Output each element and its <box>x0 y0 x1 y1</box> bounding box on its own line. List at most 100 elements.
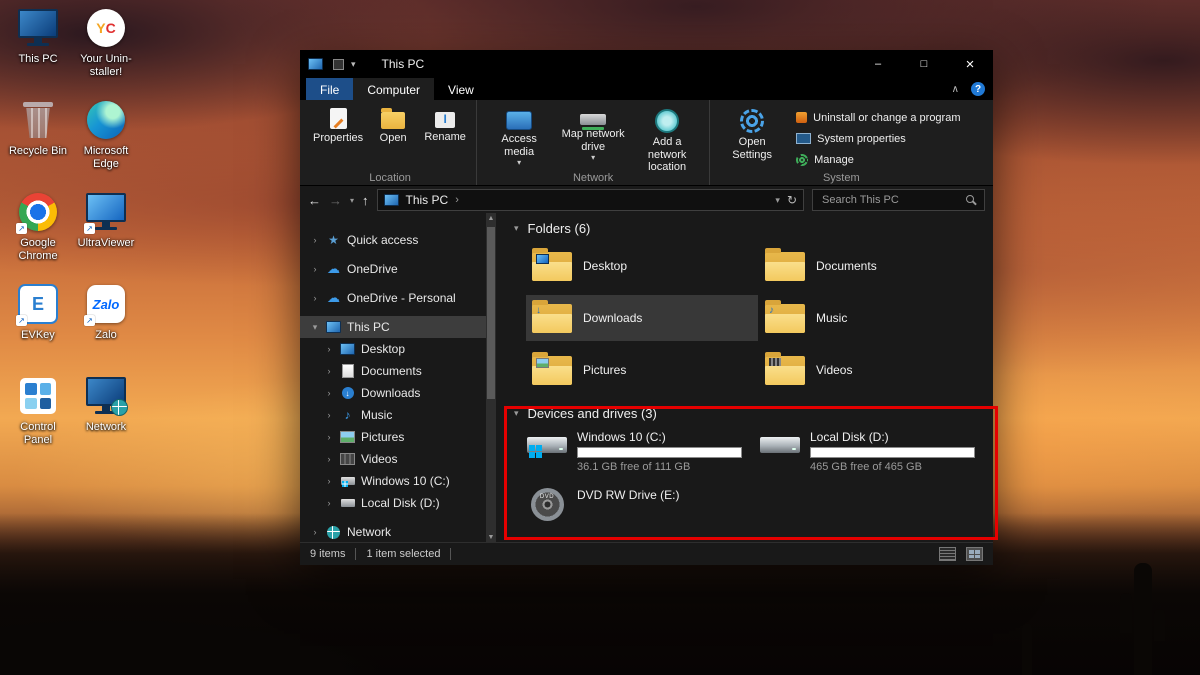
search-icon[interactable] <box>966 195 977 206</box>
properties-button[interactable]: Properties <box>310 103 366 145</box>
folder-tile-videos[interactable]: Videos <box>759 347 991 393</box>
minimize-button[interactable]: – <box>855 50 901 78</box>
status-bar: 9 items 1 item selected <box>300 542 993 565</box>
chevron-right-icon[interactable]: › <box>324 344 334 354</box>
folder-tile-pictures[interactable]: Pictures <box>526 347 758 393</box>
drive-tile-local-disk-d[interactable]: Local Disk (D:) 465 GB free of 465 GB <box>759 428 983 486</box>
drive-tile-dvd-e[interactable]: DVD DVD RW Drive (E:) <box>526 486 750 543</box>
sidebar-item-desktop[interactable]: › Desktop <box>300 338 496 360</box>
desktop-icon-network[interactable]: Network <box>73 374 139 466</box>
navigation-pane: › ★ Quick access › ☁ OneDrive › ☁ OneDri… <box>300 213 496 543</box>
desktop-icon-ultraviewer[interactable]: ↗ UltraViewer <box>73 190 139 282</box>
close-button[interactable]: × <box>947 50 993 78</box>
scroll-down-icon[interactable]: ▼ <box>488 534 495 541</box>
sidebar-item-pictures[interactable]: › Pictures <box>300 426 496 448</box>
manage-button[interactable]: Manage <box>792 150 964 169</box>
chevron-right-icon[interactable]: › <box>324 498 334 508</box>
search-input[interactable] <box>820 193 966 207</box>
chevron-right-icon[interactable]: › <box>310 293 320 303</box>
desktop-icon-your-uninstaller[interactable]: YC Your Unin-staller! <box>73 6 139 98</box>
scroll-up-icon[interactable]: ▲ <box>488 215 495 222</box>
sidebar-item-downloads[interactable]: › ↓ Downloads <box>300 382 496 404</box>
search-box[interactable] <box>812 189 985 211</box>
qat-dropdown-icon[interactable]: ▾ <box>351 59 356 70</box>
section-chevron-icon[interactable]: ▾ <box>514 408 519 419</box>
chevron-right-icon[interactable]: › <box>324 476 334 486</box>
recent-locations-icon[interactable]: ▾ <box>350 196 354 205</box>
scrollbar-thumb[interactable] <box>487 227 495 399</box>
sidebar-item-music[interactable]: › ♪ Music <box>300 404 496 426</box>
folder-tile-music[interactable]: ♪ Music <box>759 295 991 341</box>
tab-file[interactable]: File <box>306 78 353 100</box>
address-dropdown-icon[interactable]: ▾ <box>775 195 780 206</box>
map-network-drive-button[interactable]: Map network drive▾ <box>557 103 629 162</box>
maximize-button[interactable]: □ <box>901 50 947 78</box>
section-chevron-icon[interactable]: ▾ <box>514 223 519 234</box>
shortcut-arrow-icon: ↗ <box>16 223 27 234</box>
address-box[interactable]: This PC › ▾ ↻ <box>377 189 804 211</box>
details-view-icon[interactable] <box>939 547 956 561</box>
sidebar-scrollbar[interactable]: ▲ ▼ <box>486 213 496 543</box>
access-media-button[interactable]: Access media▾ <box>483 103 555 167</box>
add-network-location-button[interactable]: Add a network location <box>631 103 703 174</box>
forward-icon[interactable]: → <box>329 193 342 208</box>
chevron-down-icon[interactable]: ▾ <box>310 322 320 333</box>
tab-computer[interactable]: Computer <box>353 78 434 100</box>
quick-access-toolbar[interactable]: ▾ <box>333 59 356 70</box>
qat-button-icon[interactable] <box>333 59 344 70</box>
cloud-icon: ☁ <box>326 261 341 277</box>
desktop-icon-recycle-bin[interactable]: Recycle Bin <box>5 98 71 190</box>
breadcrumb[interactable]: This PC <box>406 193 449 207</box>
desktop-icon-zalo[interactable]: Zalo ↗ Zalo <box>73 282 139 374</box>
up-icon[interactable]: ↑ <box>362 193 369 208</box>
back-icon[interactable]: ← <box>308 193 321 208</box>
folder-tile-downloads[interactable]: ↓ Downloads <box>526 295 758 341</box>
sidebar-item-local-disk-d[interactable]: › Local Disk (D:) <box>300 492 496 514</box>
rename-button[interactable]: I Rename <box>420 103 470 144</box>
chevron-right-icon[interactable]: › <box>310 264 320 274</box>
help-icon[interactable]: ? <box>971 82 985 96</box>
sidebar-item-windows-c[interactable]: › Windows 10 (C:) <box>300 470 496 492</box>
desktop-icon-this-pc[interactable]: This PC <box>5 6 71 98</box>
chevron-right-icon[interactable]: › <box>310 527 320 537</box>
desktop-icon-control-panel[interactable]: Control Panel <box>5 374 71 466</box>
selection-count: 1 item selected <box>366 548 440 560</box>
tab-view[interactable]: View <box>434 78 488 100</box>
refresh-icon[interactable]: ↻ <box>787 193 797 207</box>
system-properties-button[interactable]: System properties <box>792 129 964 148</box>
large-icons-view-icon[interactable] <box>966 547 983 561</box>
desktop-icon-label: EVKey <box>21 329 55 342</box>
open-button[interactable]: Open <box>368 103 418 145</box>
settings-gear-icon <box>740 109 764 133</box>
chevron-right-icon[interactable]: › <box>310 235 320 245</box>
ribbon-group-system: Open Settings Uninstall or change a prog… <box>709 100 972 185</box>
chevron-right-icon[interactable]: › <box>324 388 334 398</box>
folder-tile-desktop[interactable]: Desktop <box>526 243 758 289</box>
videos-folder-icon <box>765 356 805 385</box>
chevron-right-icon[interactable]: › <box>324 366 334 376</box>
sidebar-item-onedrive-personal[interactable]: › ☁ OneDrive - Personal <box>300 287 496 309</box>
window-system-icon[interactable] <box>308 58 323 70</box>
folder-tile-documents[interactable]: Documents <box>759 243 991 289</box>
collapse-ribbon-icon[interactable]: ∧ <box>952 84 959 95</box>
sidebar-item-onedrive[interactable]: › ☁ OneDrive <box>300 258 496 280</box>
drive-tile-windows-c[interactable]: Windows 10 (C:) 36.1 GB free of 111 GB <box>526 428 750 486</box>
title-bar[interactable]: ▾ This PC – □ × <box>300 50 993 78</box>
sidebar-item-this-pc[interactable]: ▾ This PC <box>300 316 496 338</box>
chevron-right-icon[interactable]: › <box>324 410 334 420</box>
sidebar-item-documents[interactable]: › Documents <box>300 360 496 382</box>
drive-icon <box>340 499 355 507</box>
desktop-icon-evkey[interactable]: E ↗ EVKey <box>5 282 71 374</box>
uninstall-program-button[interactable]: Uninstall or change a program <box>792 108 964 127</box>
sidebar-item-quick-access[interactable]: › ★ Quick access <box>300 229 496 251</box>
desktop-icon-google-chrome[interactable]: ↗ Google Chrome <box>5 190 71 282</box>
downloads-folder-icon: ↓ <box>532 304 572 333</box>
open-settings-button[interactable]: Open Settings <box>716 103 788 161</box>
map-drive-icon <box>580 114 606 125</box>
sidebar-item-videos[interactable]: › Videos <box>300 448 496 470</box>
chevron-right-icon[interactable]: › <box>324 454 334 464</box>
breadcrumb-chevron-icon[interactable]: › <box>455 194 459 206</box>
sidebar-item-network[interactable]: › Network <box>300 521 496 543</box>
desktop-icon-microsoft-edge[interactable]: Microsoft Edge <box>73 98 139 190</box>
chevron-right-icon[interactable]: › <box>324 432 334 442</box>
